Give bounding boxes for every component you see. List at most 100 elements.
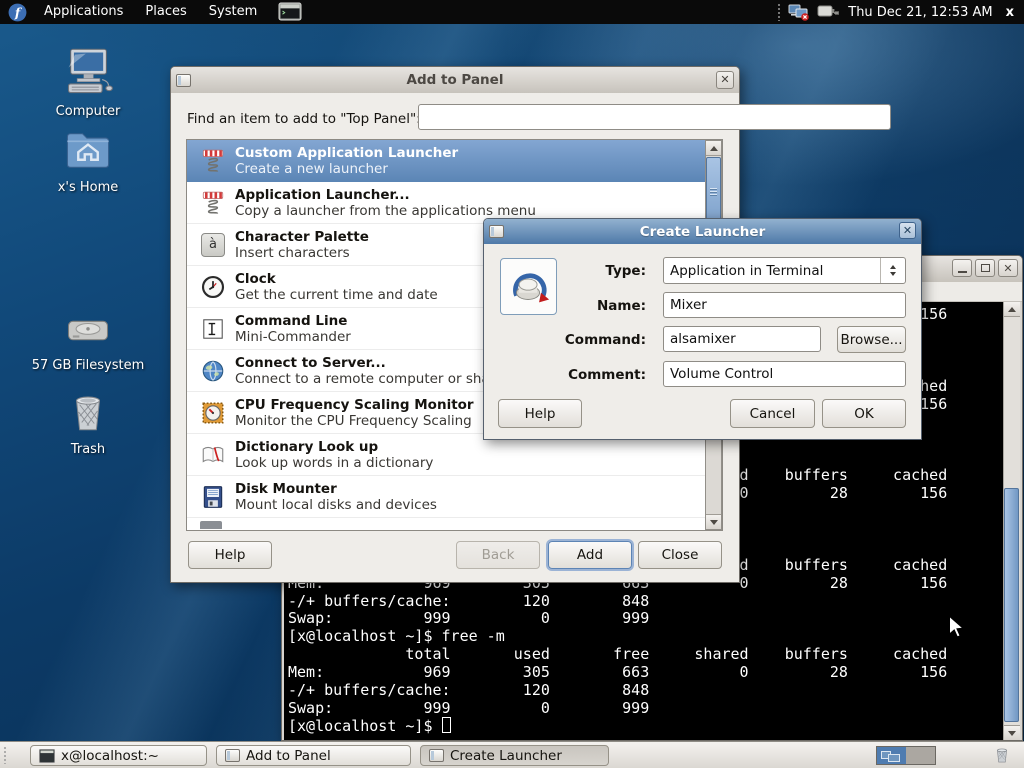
desktop-icon-label: x's Home bbox=[28, 180, 148, 195]
browse-button[interactable]: Browse... bbox=[837, 326, 906, 353]
terminal-launcher-icon[interactable] bbox=[278, 2, 302, 22]
comment-label: Comment: bbox=[486, 367, 646, 383]
floppy-disk-icon bbox=[200, 484, 226, 510]
item-desc: Monitor the CPU Frequency Scaling bbox=[235, 413, 474, 429]
taskbar-button-terminal[interactable]: x@localhost:~ bbox=[30, 745, 207, 766]
maximize-button[interactable] bbox=[975, 259, 995, 277]
type-select[interactable]: Application in Terminal bbox=[663, 257, 906, 284]
taskbar: x@localhost:~ Add to Panel Create Launch… bbox=[0, 741, 1024, 768]
key-glyph: à bbox=[209, 237, 217, 252]
terminal-scrollbar[interactable] bbox=[1003, 302, 1020, 740]
list-item-disk-mounter[interactable]: Disk Mounter Mount local disks and devic… bbox=[187, 476, 706, 518]
desktop-icon-filesystem[interactable]: 57 GB Filesystem bbox=[28, 308, 148, 373]
chevron-updown-icon bbox=[880, 258, 905, 283]
window-icon bbox=[225, 749, 240, 762]
launcher-icon bbox=[200, 190, 226, 216]
menu-places[interactable]: Places bbox=[134, 0, 197, 24]
mouse-cursor bbox=[948, 615, 964, 639]
scroll-up-icon[interactable] bbox=[1004, 302, 1020, 317]
close-icon[interactable]: ✕ bbox=[998, 259, 1018, 277]
list-item-custom-application-launcher[interactable]: Custom Application Launcher Create a new… bbox=[187, 140, 706, 182]
character-palette-icon: à bbox=[200, 232, 226, 258]
taskbar-button-label: Create Launcher bbox=[450, 748, 562, 764]
battery-status-icon[interactable] bbox=[817, 3, 841, 21]
home-folder-icon bbox=[62, 126, 114, 174]
user-switcher[interactable]: x bbox=[1000, 5, 1020, 20]
help-button[interactable]: Help bbox=[188, 541, 272, 569]
item-desc: Create a new launcher bbox=[235, 161, 458, 177]
comment-field[interactable] bbox=[663, 361, 906, 387]
name-label: Name: bbox=[486, 298, 646, 314]
network-status-icon[interactable] bbox=[788, 3, 810, 21]
scroll-down-icon[interactable] bbox=[1004, 725, 1020, 740]
ok-button[interactable]: OK bbox=[822, 399, 906, 428]
close-icon[interactable]: ✕ bbox=[716, 71, 734, 89]
scroll-down-icon[interactable] bbox=[706, 514, 721, 529]
top-panel: f Applications Places System Thu Dec 21,… bbox=[0, 0, 1024, 24]
launcher-icon bbox=[200, 148, 226, 174]
close-icon[interactable]: ✕ bbox=[899, 222, 916, 239]
find-label: Find an item to add to "Top Panel": bbox=[187, 111, 421, 127]
item-title: CPU Frequency Scaling Monitor bbox=[235, 397, 474, 413]
dictionary-book-icon bbox=[200, 442, 226, 468]
help-button[interactable]: Help bbox=[498, 399, 582, 428]
item-title: Disk Mounter bbox=[235, 481, 437, 497]
item-title: Custom Application Launcher bbox=[235, 145, 458, 161]
computer-icon bbox=[62, 46, 114, 98]
clock-icon bbox=[200, 274, 226, 300]
workspace-switcher[interactable] bbox=[876, 746, 936, 765]
add-button[interactable]: Add bbox=[548, 541, 632, 569]
item-title: Character Palette bbox=[235, 229, 369, 245]
name-field[interactable] bbox=[663, 292, 906, 318]
search-input[interactable] bbox=[418, 104, 891, 130]
command-field[interactable] bbox=[663, 326, 821, 352]
dialog-title: Create Launcher bbox=[484, 224, 921, 240]
cancel-button[interactable]: Cancel bbox=[730, 399, 815, 428]
item-desc: Insert characters bbox=[235, 245, 369, 261]
list-item-partial bbox=[200, 521, 222, 529]
item-title: Dictionary Look up bbox=[235, 439, 433, 455]
dialog-title: Add to Panel bbox=[171, 72, 739, 88]
desktop-icon-trash[interactable]: Trash bbox=[28, 386, 148, 457]
menu-system[interactable]: System bbox=[198, 0, 268, 24]
desktop-icon-label: Trash bbox=[28, 442, 148, 457]
type-label: Type: bbox=[486, 263, 646, 279]
clock[interactable]: Thu Dec 21, 12:53 AM bbox=[848, 5, 992, 20]
menu-applications[interactable]: Applications bbox=[33, 0, 134, 24]
item-desc: Copy a launcher from the applications me… bbox=[235, 203, 536, 219]
scrollbar-thumb[interactable] bbox=[1004, 488, 1019, 722]
item-title: Application Launcher... bbox=[235, 187, 536, 203]
taskbar-button-add-to-panel[interactable]: Add to Panel bbox=[216, 745, 411, 766]
desktop-icon-computer[interactable]: Computer bbox=[28, 46, 148, 119]
item-title: Clock bbox=[235, 271, 438, 287]
cpu-gauge-icon bbox=[200, 400, 226, 426]
panel-grip[interactable] bbox=[777, 3, 781, 21]
workspace-1[interactable] bbox=[877, 747, 906, 764]
taskbar-grip[interactable] bbox=[3, 746, 7, 764]
taskbar-button-label: x@localhost:~ bbox=[61, 748, 159, 764]
hard-drive-icon bbox=[62, 308, 114, 352]
desktop-icon-home[interactable]: x's Home bbox=[28, 126, 148, 195]
desktop-icon-label: 57 GB Filesystem bbox=[28, 358, 148, 373]
item-desc: Mount local disks and devices bbox=[235, 497, 437, 513]
back-button[interactable]: Back bbox=[456, 541, 540, 569]
window-icon bbox=[429, 749, 444, 762]
globe-icon bbox=[200, 358, 226, 384]
create-launcher-titlebar[interactable]: Create Launcher ✕ bbox=[484, 219, 921, 244]
trash-applet-icon[interactable] bbox=[992, 744, 1012, 765]
workspace-2[interactable] bbox=[906, 747, 935, 764]
terminal-cursor bbox=[442, 717, 451, 733]
close-button[interactable]: Close bbox=[638, 541, 722, 569]
trash-icon bbox=[63, 386, 113, 436]
fedora-logo-icon[interactable]: f bbox=[8, 3, 27, 22]
item-desc: Get the current time and date bbox=[235, 287, 438, 303]
add-to-panel-titlebar[interactable]: Add to Panel ✕ bbox=[171, 67, 739, 93]
create-launcher-dialog: Create Launcher ✕ Type: Name: Command: C… bbox=[483, 218, 922, 440]
minimize-button[interactable] bbox=[952, 259, 972, 277]
desktop-icon-label: Computer bbox=[28, 104, 148, 119]
list-item-dictionary-lookup[interactable]: Dictionary Look up Look up words in a di… bbox=[187, 434, 706, 476]
command-line-icon bbox=[200, 316, 226, 342]
command-label: Command: bbox=[486, 332, 646, 348]
scroll-up-icon[interactable] bbox=[706, 141, 721, 156]
taskbar-button-create-launcher[interactable]: Create Launcher bbox=[420, 745, 609, 766]
